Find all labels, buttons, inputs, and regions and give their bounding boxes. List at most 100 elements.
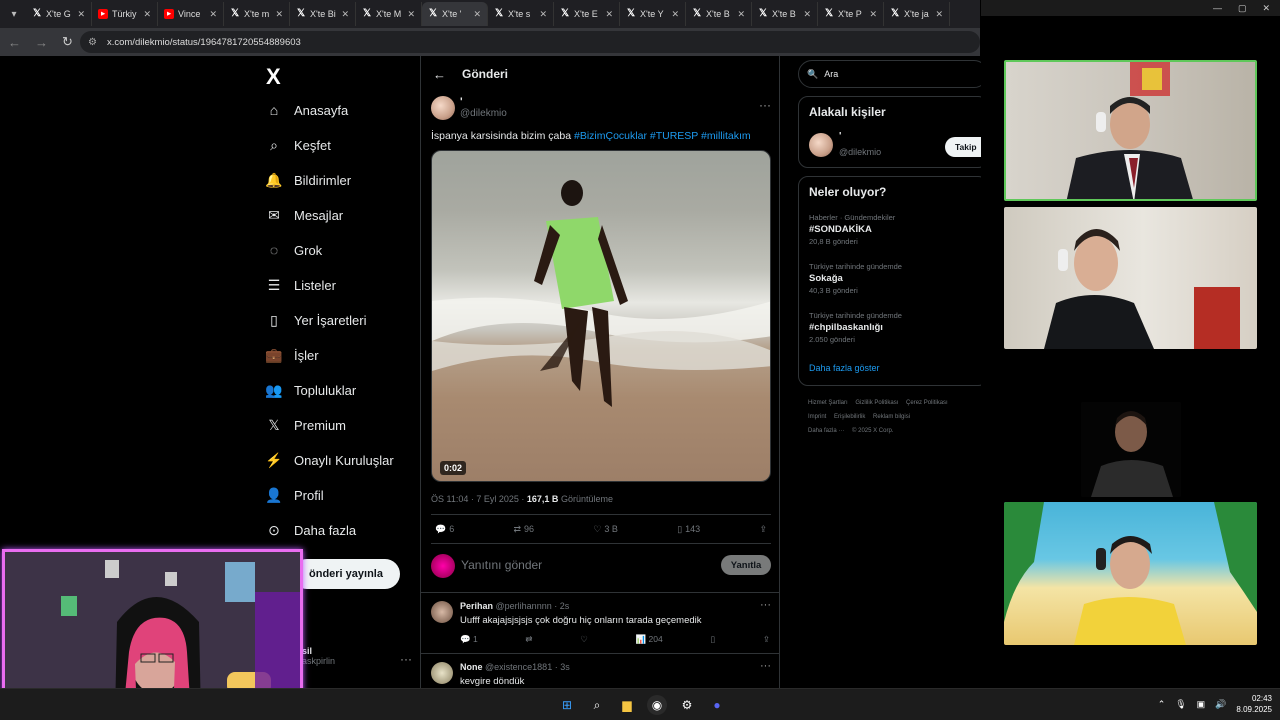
nav-item[interactable]: ☰ Listeler <box>266 273 336 297</box>
trend-item[interactable]: Türkiye tarihinde gündemde #chpilbaskanl… <box>809 311 902 344</box>
reply-handle[interactable]: @existence1881 <box>485 662 552 672</box>
repost-action[interactable]: ⇄ 96 <box>514 524 535 535</box>
x-logo-icon[interactable]: X <box>266 64 281 90</box>
share-action[interactable]: ⇪ <box>759 524 767 535</box>
reply-share-icon[interactable]: ⇪ <box>763 634 770 645</box>
chrome-icon[interactable]: ◉ <box>647 695 667 715</box>
app-icon[interactable]: ⚙ <box>677 695 697 715</box>
nav-item[interactable]: ◌ Grok <box>266 238 322 262</box>
hashtag[interactable]: #BizimÇocuklar <box>574 130 647 142</box>
browser-tab[interactable]: 𝕏 X'te P ✕ <box>818 2 884 26</box>
tab-close-icon[interactable]: ✕ <box>737 9 745 20</box>
browser-tab[interactable]: ▶ Vince ✕ <box>158 2 224 26</box>
browser-tab[interactable]: 𝕏 X'te E ✕ <box>554 2 620 26</box>
post-video[interactable]: 0:02 <box>431 150 771 482</box>
file-explorer-icon[interactable]: ▆ <box>617 695 637 715</box>
tab-search-button[interactable]: ▾ <box>4 4 24 24</box>
tab-close-icon[interactable]: ✕ <box>803 9 811 20</box>
reply-heart-icon[interactable]: ♡ <box>580 634 588 645</box>
browser-tab[interactable]: 𝕏 X'te B ✕ <box>752 2 818 26</box>
post-more-icon[interactable]: ··· <box>759 98 771 112</box>
post-button[interactable]: önderi yayınla <box>292 559 400 589</box>
like-action[interactable]: ♡ 3 B <box>593 524 618 535</box>
reply-input[interactable]: Yanıtını gönder <box>461 558 542 572</box>
reply-item[interactable]: None @existence1881 · 3s kevgire döndük … <box>421 653 779 688</box>
participant-video[interactable] <box>1081 402 1181 497</box>
hashtag[interactable]: #millitakım <box>701 130 751 142</box>
nav-item[interactable]: ⊙ Daha fazla <box>266 518 356 542</box>
tab-close-icon[interactable]: ✕ <box>935 9 943 20</box>
reply-button[interactable]: Yanıtla <box>721 555 771 575</box>
browser-tab[interactable]: 𝕏 X'te ja ✕ <box>884 2 950 26</box>
browser-tab[interactable]: 𝕏 X'te m ✕ <box>224 2 290 26</box>
tab-close-icon[interactable]: ✕ <box>473 9 481 20</box>
author-avatar[interactable] <box>431 96 455 120</box>
account-more-icon[interactable]: ··· <box>400 652 412 666</box>
tab-close-icon[interactable]: ✕ <box>671 9 679 20</box>
reply-handle[interactable]: @perlihannnn <box>496 601 552 611</box>
clock[interactable]: 02:43 8.09.2025 <box>1236 693 1272 715</box>
tab-close-icon[interactable]: ✕ <box>341 9 349 20</box>
taskbar-search-icon[interactable]: ⌕ <box>587 695 607 715</box>
author-handle[interactable]: @dilekmio <box>460 108 507 119</box>
relevant-avatar[interactable] <box>809 133 833 157</box>
nav-item[interactable]: ⌕ Keşfet <box>266 133 331 157</box>
footer-link[interactable]: Erişilebilirlik <box>834 414 865 420</box>
footer-link[interactable]: Çerez Politikası <box>906 400 948 406</box>
reply-repost-icon[interactable]: ⇄ <box>525 634 532 645</box>
tab-close-icon[interactable]: ✕ <box>209 9 217 20</box>
nav-item[interactable]: ⚡ Onaylı Kuruluşlar <box>265 448 393 472</box>
account-switcher[interactable]: sil askpirlin ··· <box>302 646 412 674</box>
browser-tab[interactable]: 𝕏 X'te G ✕ <box>26 2 92 26</box>
footer-link[interactable]: Reklam bilgisi <box>873 414 910 420</box>
browser-tab[interactable]: 𝕏 X'te M ✕ <box>356 2 422 26</box>
nav-item[interactable]: ▯ Yer İşaretleri <box>266 308 366 332</box>
author-name[interactable]: ' <box>460 96 463 108</box>
reply-views[interactable]: 📊 204 <box>636 634 663 645</box>
reply-name[interactable]: None <box>460 662 483 672</box>
show-more-link[interactable]: Daha fazla göster <box>809 363 880 373</box>
url-field[interactable]: ⚙ x.com/dilekmio/status/1964781720554889… <box>80 31 980 53</box>
nav-item[interactable]: 👥 Topluluklar <box>265 378 356 402</box>
windows-start-icon[interactable]: ⊞ <box>557 695 577 715</box>
trend-item[interactable]: Türkiye tarihinde gündemde Sokağa 40,3 B… <box>809 262 902 295</box>
forward-arrow-icon[interactable]: → <box>35 35 48 50</box>
participant-video[interactable] <box>1004 502 1257 645</box>
tab-close-icon[interactable]: ✕ <box>605 9 613 20</box>
trend-item[interactable]: Haberler · Gündemdekiler #SONDAKİKA 20,8… <box>809 213 895 246</box>
footer-link[interactable]: Gizlilik Politikası <box>855 400 898 406</box>
nav-item[interactable]: 🔔 Bildirimler <box>265 168 351 192</box>
footer-link[interactable]: Imprint <box>808 414 826 420</box>
minimize-icon[interactable]: — <box>1213 3 1222 13</box>
post-time[interactable]: ÖS 11:04 · 7 Eyl 2025 · <box>431 494 524 504</box>
tab-close-icon[interactable]: ✕ <box>407 9 415 20</box>
reply-action[interactable]: 💬 6 <box>435 524 454 535</box>
search-input[interactable]: 🔍 Ara <box>798 60 988 88</box>
reply-more-icon[interactable]: ··· <box>760 599 771 611</box>
close-icon[interactable]: ✕ <box>1262 3 1270 14</box>
back-arrow-icon[interactable]: ← <box>8 35 21 50</box>
volume-icon[interactable]: 🔊 <box>1215 699 1226 710</box>
relevant-name[interactable]: ' <box>839 131 841 142</box>
browser-tab[interactable]: 𝕏 X'te ' ✕ <box>422 2 488 26</box>
bookmark-action[interactable]: ▯ 143 <box>677 524 700 535</box>
reply-reply-action[interactable]: 💬 1 <box>460 634 478 645</box>
nav-item[interactable]: 👤 Profil <box>265 483 323 507</box>
browser-tab[interactable]: 𝕏 X'te Bi ✕ <box>290 2 356 26</box>
tray-chevron-icon[interactable]: ⌃ <box>1158 699 1166 710</box>
footer-link[interactable]: Hizmet Şartları <box>808 400 848 406</box>
own-avatar[interactable] <box>431 554 455 578</box>
hashtag[interactable]: #TURESP <box>650 130 698 142</box>
tab-close-icon[interactable]: ✕ <box>77 9 85 20</box>
tab-close-icon[interactable]: ✕ <box>275 9 283 20</box>
browser-tab[interactable]: 𝕏 X'te s ✕ <box>488 2 554 26</box>
relevant-handle[interactable]: @dilekmio <box>839 147 881 157</box>
tab-close-icon[interactable]: ✕ <box>143 9 151 20</box>
reply-avatar[interactable] <box>431 662 453 684</box>
nav-item[interactable]: 💼 İşler <box>265 343 318 367</box>
nav-item[interactable]: ⌂ Anasayfa <box>266 98 348 122</box>
display-icon[interactable]: ▣ <box>1197 699 1206 710</box>
discord-icon[interactable]: ● <box>707 695 727 715</box>
browser-tab[interactable]: 𝕏 X'te Y ✕ <box>620 2 686 26</box>
tab-close-icon[interactable]: ✕ <box>869 9 877 20</box>
